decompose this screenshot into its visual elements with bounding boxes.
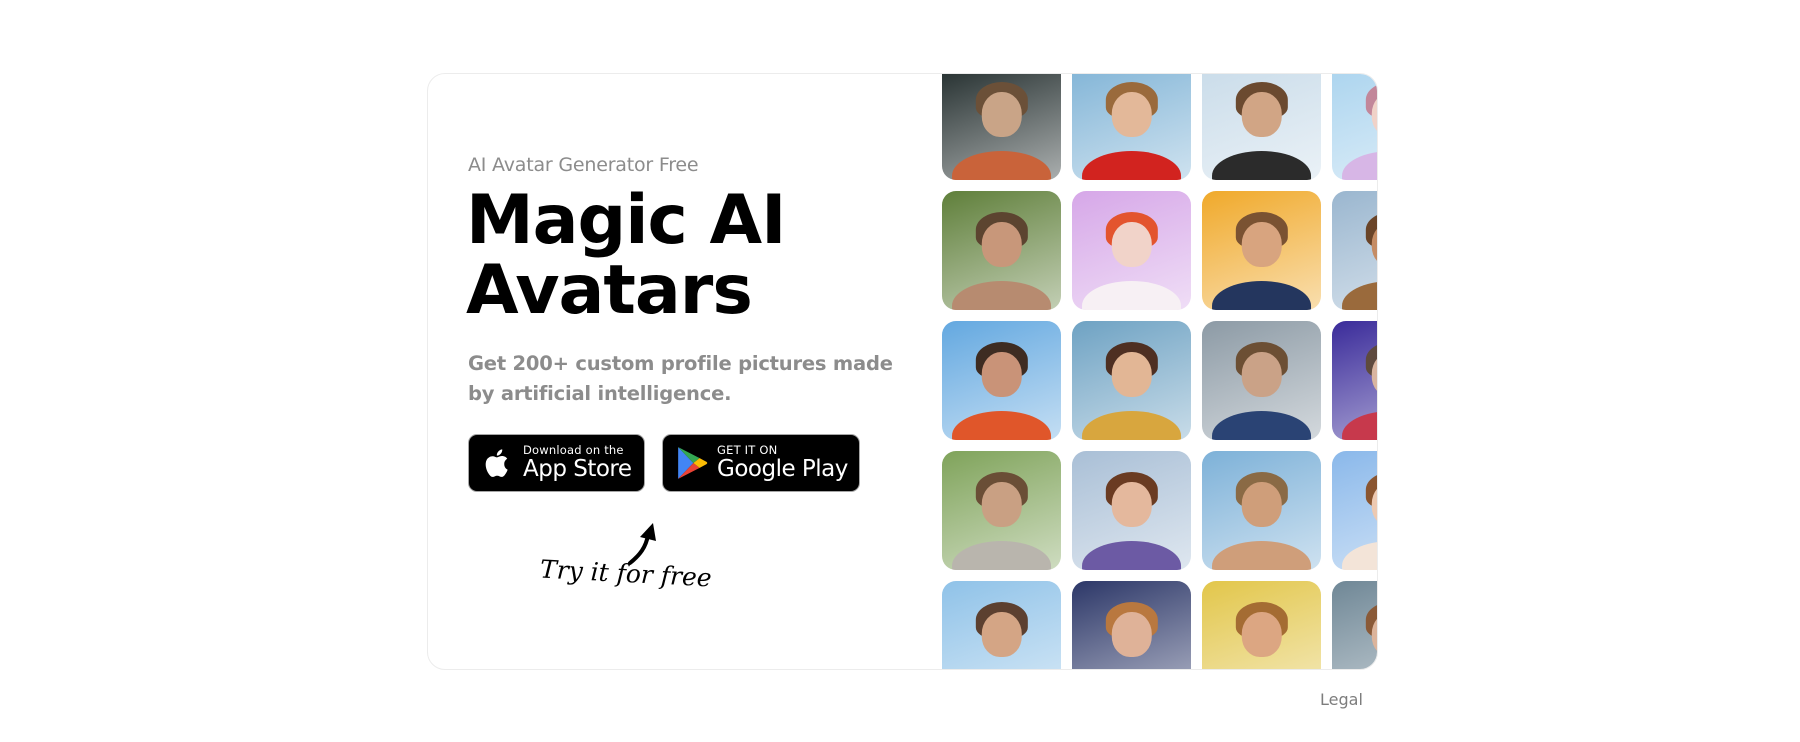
- hero-card: AI Avatar Generator Free Magic AI Avatar…: [427, 73, 1378, 670]
- apple-icon: [485, 449, 508, 477]
- avatar-body: [951, 541, 1052, 570]
- avatar-body: [1081, 281, 1182, 310]
- google-play-button[interactable]: GET IT ON Google Play: [662, 434, 860, 492]
- avatar-tile: [942, 74, 1061, 180]
- avatar-body: [1211, 541, 1312, 570]
- hero-description: Get 200+ custom profile pictures made by…: [468, 352, 893, 405]
- avatar-tile: [1072, 321, 1191, 440]
- hero-subtitle: AI Avatar Generator Free: [468, 154, 699, 176]
- legal-link[interactable]: Legal: [1320, 690, 1363, 709]
- avatar-face: [1111, 481, 1152, 528]
- avatar-body: [951, 411, 1052, 440]
- app-store-small-label: Download on the: [523, 442, 624, 457]
- try-it-free-callout: Try it for free: [539, 554, 713, 593]
- avatar-body: [1211, 151, 1312, 180]
- avatar-face: [1241, 611, 1282, 658]
- avatar-body: [1211, 281, 1312, 310]
- avatar-face: [1241, 481, 1282, 528]
- avatar-face: [981, 481, 1022, 528]
- avatar-tile: [1072, 74, 1191, 180]
- avatar-body: [1081, 411, 1182, 440]
- google-play-label: Google Play: [717, 456, 848, 483]
- avatar-face: [1241, 221, 1282, 268]
- avatar-tile: [1072, 451, 1191, 570]
- title-line-2: Avatars: [466, 251, 753, 330]
- avatar-tile: [1332, 74, 1377, 180]
- avatar-body: [1341, 411, 1377, 440]
- avatar-gallery: [942, 74, 1377, 669]
- avatar-tile: [1072, 581, 1191, 669]
- google-play-small-label: GET IT ON: [717, 442, 778, 457]
- avatar-face: [1111, 611, 1152, 658]
- avatar-tile: [1332, 191, 1377, 310]
- avatar-body: [1081, 151, 1182, 180]
- app-store-button[interactable]: Download on the App Store: [468, 434, 645, 492]
- avatar-face: [1111, 91, 1152, 138]
- avatar-tile: [942, 581, 1061, 669]
- avatar-tile: [1202, 74, 1321, 180]
- avatar-tile: [1202, 451, 1321, 570]
- avatar-tile: [1072, 191, 1191, 310]
- avatar-face: [981, 91, 1022, 138]
- avatar-face: [981, 611, 1022, 658]
- avatar-tile: [942, 451, 1061, 570]
- avatar-body: [951, 151, 1052, 180]
- avatar-body: [1211, 411, 1312, 440]
- avatar-face: [981, 351, 1022, 398]
- avatar-tile: [1202, 581, 1321, 669]
- avatar-body: [951, 281, 1052, 310]
- avatar-body: [1341, 151, 1377, 180]
- title-line-1: Magic AI: [466, 181, 786, 260]
- avatar-tile: [942, 321, 1061, 440]
- page-title: Magic AI Avatars: [466, 186, 786, 326]
- avatar-body: [1341, 541, 1377, 570]
- hero-content: AI Avatar Generator Free Magic AI Avatar…: [428, 74, 938, 669]
- avatar-tile: [1332, 321, 1377, 440]
- avatar-tile: [1332, 581, 1377, 669]
- avatar-tile: [1202, 321, 1321, 440]
- avatar-face: [1241, 351, 1282, 398]
- avatar-body: [1081, 541, 1182, 570]
- avatar-tile: [1332, 451, 1377, 570]
- avatar-body: [1341, 281, 1377, 310]
- google-play-icon: [678, 447, 708, 479]
- avatar-face: [1111, 221, 1152, 268]
- avatar-face: [981, 221, 1022, 268]
- avatar-tile: [1202, 191, 1321, 310]
- app-store-label: App Store: [523, 456, 632, 483]
- avatar-tile: [942, 191, 1061, 310]
- avatar-face: [1241, 91, 1282, 138]
- avatar-face: [1111, 351, 1152, 398]
